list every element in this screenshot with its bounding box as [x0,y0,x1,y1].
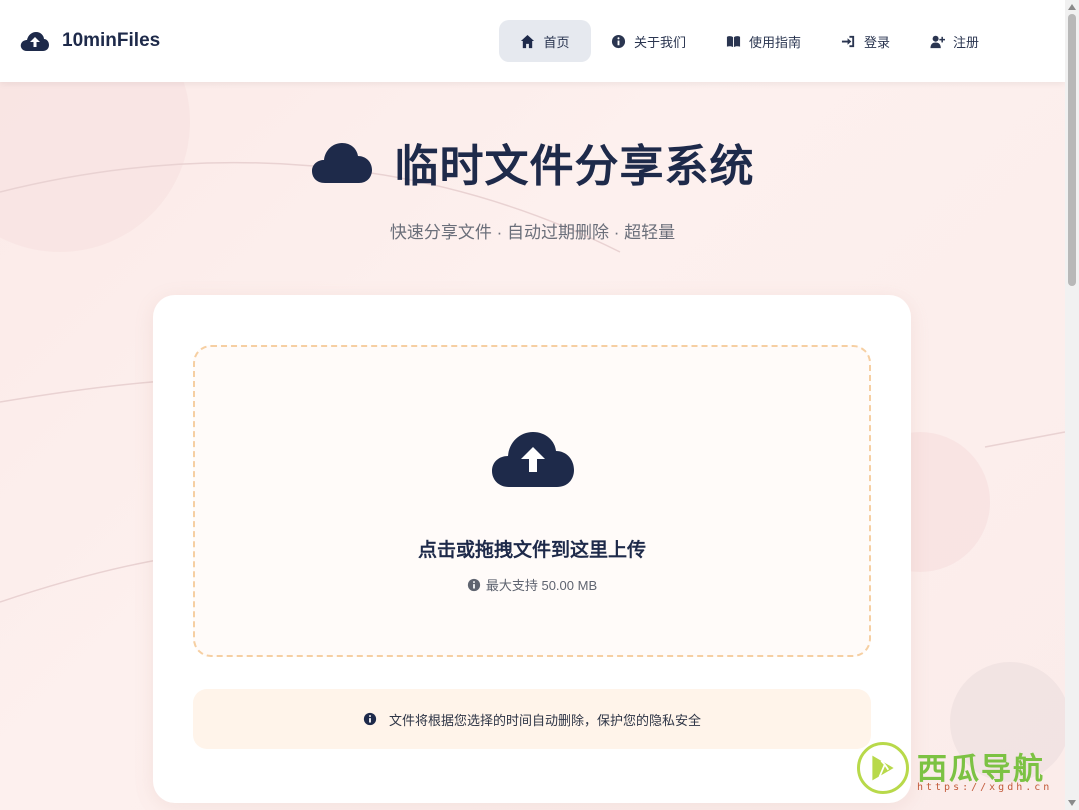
watermelon-icon [872,755,894,781]
scroll-up-arrow-icon[interactable] [1068,4,1076,10]
info-circle-icon [467,578,480,591]
vertical-scrollbar[interactable] [1065,0,1079,810]
cloud-icon [311,143,372,183]
nav-item-register[interactable]: 注册 [910,20,999,62]
nav-item-guide[interactable]: 使用指南 [706,20,821,62]
upload-card: 点击或拖拽文件到这里上传 最大支持 50.00 MB 文件将根据您选择的时间自动… [153,295,911,803]
scroll-down-arrow-icon[interactable] [1068,800,1076,806]
user-plus-icon [930,35,946,48]
brand[interactable]: 10minFiles [20,29,160,53]
upload-limit-text: 最大支持 50.00 MB [485,578,598,593]
nav-item-label: 使用指南 [749,34,802,50]
nav-item-home[interactable]: 首页 [499,20,591,62]
cloud-upload-icon [20,32,49,51]
watermark-logo-icon [857,742,909,794]
hero-title: 临时文件分享系统 [0,130,1065,194]
scroll-thumb[interactable] [1068,14,1076,286]
main-nav: 首页 关于我们 使用指南 登录 注册 [499,20,999,62]
upload-dropzone[interactable]: 点击或拖拽文件到这里上传 最大支持 50.00 MB [193,345,871,657]
home-icon [521,34,535,48]
info-circle-icon [611,34,626,48]
brand-name: 10minFiles [62,30,161,51]
top-navbar: 10minFiles 首页 关于我们 使用指南 登录 注册 [0,0,1065,82]
nav-item-label: 注册 [953,34,980,50]
cloud-upload-icon [492,432,574,487]
sign-in-icon [841,35,855,47]
nav-item-label: 首页 [543,34,570,50]
upload-limit: 最大支持 50.00 MB [195,575,869,594]
auto-delete-notice: 文件将根据您选择的时间自动删除，保护您的隐私安全 [193,689,871,749]
nav-item-about[interactable]: 关于我们 [591,20,706,62]
page-subtitle: 快速分享文件 · 自动过期删除 · 超轻量 [389,223,676,242]
upload-prompt: 点击或拖拽文件到这里上传 [417,540,646,561]
info-circle-icon [363,712,377,726]
notice-text: 文件将根据您选择的时间自动删除，保护您的隐私安全 [388,712,701,728]
page-title: 临时文件分享系统 [394,142,755,191]
nav-item-label: 登录 [864,34,891,50]
nav-item-label: 关于我们 [634,34,687,50]
nav-item-login[interactable]: 登录 [821,20,910,62]
watermark: 西瓜导航 https://xgdh.cn [855,740,1065,800]
watermark-url: https://xgdh.cn [917,782,1053,793]
book-icon [726,35,741,47]
